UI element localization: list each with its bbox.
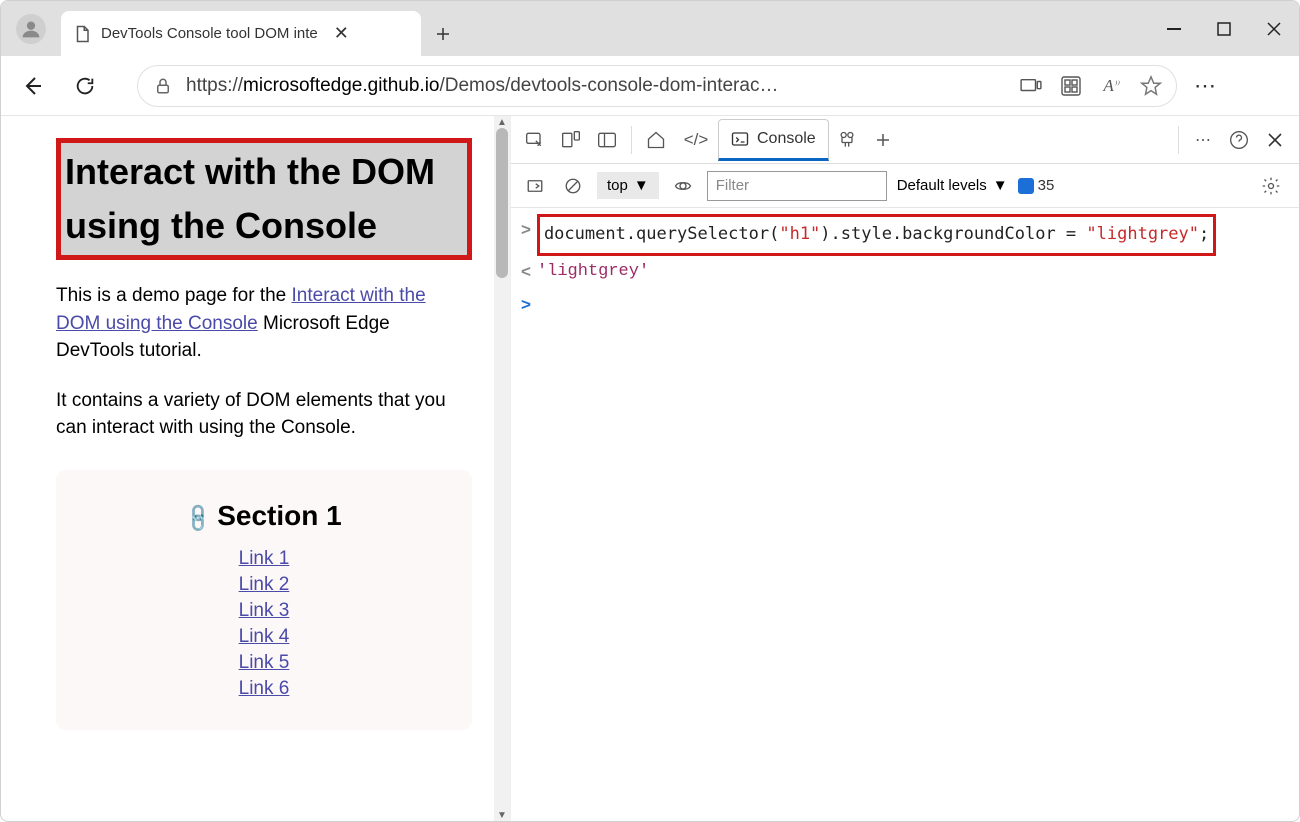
browser-tab[interactable]: DevTools Console tool DOM inte ✕ xyxy=(61,11,421,56)
favorite-icon[interactable] xyxy=(1140,75,1162,97)
maximize-button[interactable] xyxy=(1199,9,1249,49)
window-controls xyxy=(1149,1,1299,56)
chevron-down-icon: ▼ xyxy=(993,177,1008,194)
chevron-down-icon: ▼ xyxy=(634,177,649,194)
scroll-up-icon[interactable]: ▲ xyxy=(494,116,510,128)
lock-icon xyxy=(152,75,174,97)
ready-prompt-icon: > xyxy=(521,289,531,321)
refresh-button[interactable] xyxy=(61,62,109,110)
console-input-code: document.querySelector("h1").style.backg… xyxy=(544,224,1209,244)
tab-close-icon[interactable]: ✕ xyxy=(334,23,349,44)
console-input-line: > document.querySelector("h1").style.bac… xyxy=(521,214,1289,256)
list-link[interactable]: Link 4 xyxy=(239,626,290,648)
list-link[interactable]: Link 2 xyxy=(239,574,290,596)
console-tab[interactable]: Console xyxy=(718,119,829,161)
section-heading: 🔗Section 1 xyxy=(86,500,442,532)
devtools-pane: </> Console ⋯ xyxy=(511,116,1299,821)
minimize-button[interactable] xyxy=(1149,9,1199,49)
elements-tab[interactable]: </> xyxy=(674,122,718,158)
console-result-line: < 'lightgrey' xyxy=(521,256,1289,288)
issues-icon xyxy=(1018,178,1034,194)
tab-title: DevTools Console tool DOM inte xyxy=(101,25,318,42)
section-card: 🔗Section 1 Link 1 Link 2 Link 3 Link 4 L… xyxy=(56,470,472,730)
list-link[interactable]: Link 3 xyxy=(239,600,290,622)
console-settings-button[interactable] xyxy=(1253,168,1289,204)
content-area: Interact with the DOM using the Console … xyxy=(1,116,1299,821)
console-subbar: top▼ Filter Default levels▼ 35 xyxy=(511,164,1299,208)
console-prompt-line[interactable]: > xyxy=(521,289,1289,321)
issues-counter[interactable]: 35 xyxy=(1018,177,1055,194)
inspect-element-button[interactable] xyxy=(517,122,553,158)
clear-console-button[interactable] xyxy=(559,168,587,204)
page-pane: Interact with the DOM using the Console … xyxy=(1,116,511,821)
devtools-more-button[interactable]: ⋯ xyxy=(1185,122,1221,158)
link-icon: 🔗 xyxy=(181,501,216,536)
output-prompt-icon: < xyxy=(521,256,531,288)
read-aloud-icon[interactable]: A⁾⁾ xyxy=(1100,75,1122,97)
input-prompt-icon: > xyxy=(521,214,531,246)
help-button[interactable] xyxy=(1221,122,1257,158)
close-window-button[interactable] xyxy=(1249,9,1299,49)
intro-paragraph: This is a demo page for the Interact wit… xyxy=(56,282,472,365)
list-link[interactable]: Link 1 xyxy=(239,548,290,570)
welcome-tab[interactable] xyxy=(638,122,674,158)
log-levels-selector[interactable]: Default levels▼ xyxy=(897,177,1008,194)
more-menu-button[interactable]: ⋯ xyxy=(1181,62,1229,110)
page-icon xyxy=(73,25,91,43)
profile-button[interactable] xyxy=(1,1,61,56)
list-link[interactable]: Link 5 xyxy=(239,652,290,674)
browser-window: DevTools Console tool DOM inte ✕ xyxy=(0,0,1300,822)
scroll-down-icon[interactable]: ▼ xyxy=(494,809,510,821)
close-devtools-button[interactable] xyxy=(1257,122,1293,158)
list-link[interactable]: Link 6 xyxy=(239,678,290,700)
context-selector[interactable]: top▼ xyxy=(597,172,659,199)
console-tab-label: Console xyxy=(757,130,816,148)
input-highlight-box: document.querySelector("h1").style.backg… xyxy=(537,214,1216,256)
device-toggle-button[interactable] xyxy=(553,122,589,158)
titlebar: DevTools Console tool DOM inte ✕ xyxy=(1,1,1299,56)
filter-input[interactable]: Filter xyxy=(707,171,887,201)
scrollbar[interactable]: ▲ ▼ xyxy=(494,116,510,821)
add-tab-button[interactable] xyxy=(865,122,901,158)
description-paragraph: It contains a variety of DOM elements th… xyxy=(56,387,472,442)
devtools-tabbar: </> Console ⋯ xyxy=(511,116,1299,164)
device-icon[interactable] xyxy=(1020,75,1042,97)
scroll-thumb[interactable] xyxy=(496,128,508,278)
h1-highlight-box: Interact with the DOM using the Console xyxy=(56,138,472,260)
console-output[interactable]: > document.querySelector("h1").style.bac… xyxy=(511,208,1299,821)
live-expression-button[interactable] xyxy=(669,168,697,204)
result-value: 'lightgrey' xyxy=(537,256,649,288)
avatar-icon xyxy=(16,14,46,44)
new-tab-button[interactable] xyxy=(421,11,465,56)
sidebar-toggle-button[interactable] xyxy=(521,168,549,204)
sources-tab[interactable] xyxy=(829,122,865,158)
back-button[interactable] xyxy=(9,62,57,110)
panel-toggle-button[interactable] xyxy=(589,122,625,158)
address-bar[interactable]: https://microsoftedge.github.io/Demos/de… xyxy=(137,65,1177,107)
apps-icon[interactable] xyxy=(1060,75,1082,97)
page-heading: Interact with the DOM using the Console xyxy=(61,143,467,255)
url-text: https://microsoftedge.github.io/Demos/de… xyxy=(186,75,1008,97)
toolbar: https://microsoftedge.github.io/Demos/de… xyxy=(1,56,1299,116)
